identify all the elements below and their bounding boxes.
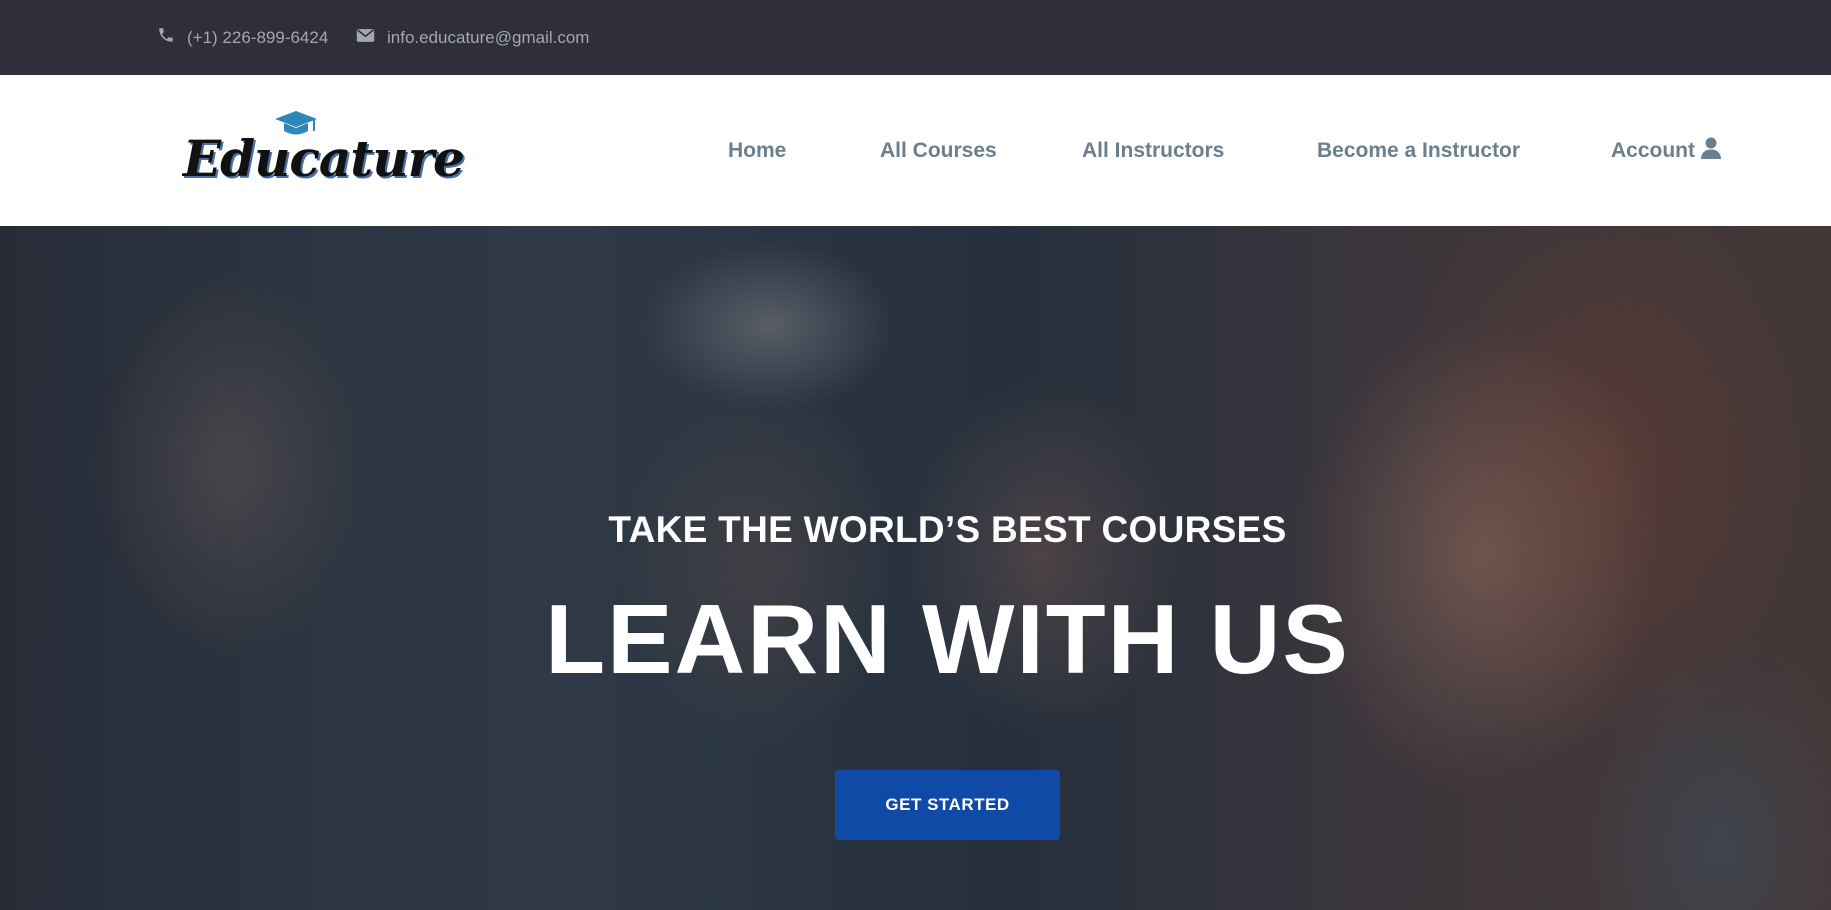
nav-all-instructors[interactable]: All Instructors — [1082, 75, 1224, 226]
logo-text: Educature — [183, 129, 465, 188]
nav-home[interactable]: Home — [728, 75, 786, 226]
nav-account-label: Account — [1611, 138, 1695, 162]
nav-all-courses[interactable]: All Courses — [880, 75, 997, 226]
get-started-button[interactable]: GET STARTED — [835, 770, 1060, 840]
phone-icon — [157, 26, 187, 49]
email-address: info.educature@gmail.com — [387, 27, 590, 47]
contact-phone[interactable]: (+1) 226-899-6424 — [157, 0, 328, 75]
nav-account[interactable]: Account — [1611, 75, 1721, 226]
top-contact-bar: (+1) 226-899-6424 info.educature@gmail.c… — [0, 0, 1831, 75]
site-logo[interactable]: Educature — [183, 111, 465, 191]
phone-number: (+1) 226-899-6424 — [187, 27, 329, 47]
hero-banner: TAKE THE WORLD’S BEST COURSES LEARN WITH… — [0, 226, 1831, 910]
hero-title: LEARN WITH US — [545, 584, 1350, 694]
site-header: Educature Home All Courses All Instructo… — [0, 75, 1831, 226]
contact-email[interactable]: info.educature@gmail.com — [356, 0, 589, 75]
envelope-icon — [356, 28, 387, 48]
nav-become-instructor[interactable]: Become a Instructor — [1317, 75, 1520, 226]
hero-subtitle: TAKE THE WORLD’S BEST COURSES — [608, 509, 1287, 550]
user-icon — [1695, 137, 1721, 165]
